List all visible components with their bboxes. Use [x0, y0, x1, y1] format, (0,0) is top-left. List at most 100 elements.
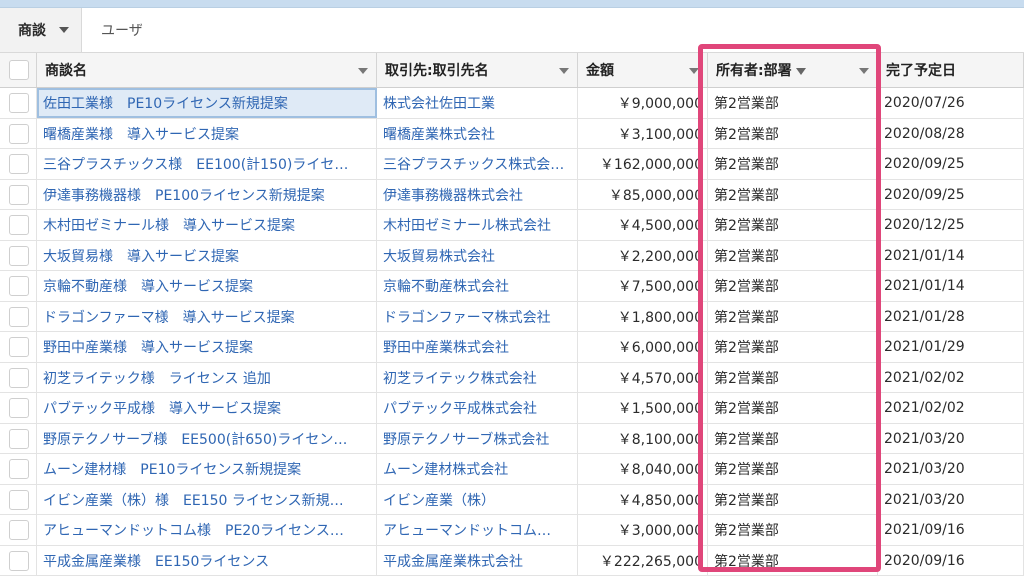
row-checkbox[interactable] — [9, 489, 29, 510]
amount-cell: ￥2,200,000 — [578, 240, 708, 271]
account-name-link[interactable]: アヒューマンドットコム… — [377, 515, 578, 545]
row-checkbox[interactable] — [9, 154, 29, 174]
table-row[interactable]: 野田中産業様 導入サービス提案 野田中産業株式会社 ￥6,000,000 第2営業部 2… — [0, 332, 1024, 363]
row-checkbox[interactable] — [9, 306, 29, 327]
table-row[interactable]: 木村田ゼミナール様 導入サービス提案 木村田ゼミナール株式会社 ￥4,500,000… — [0, 210, 1024, 241]
tab-users[interactable]: ユーザ — [101, 8, 143, 52]
row-checkbox[interactable] — [9, 215, 29, 235]
table-row[interactable]: ドラゴンファーマ様 導入サービス提案 ドラゴンファーマ株式会社 ￥1,800,000… — [0, 301, 1024, 332]
department-cell: 第2営業部 — [708, 210, 878, 240]
opportunity-name-link[interactable]: アヒューマンドットコム様 PE20ライセンス… — [37, 515, 377, 545]
close-date-cell: 2021/03/20 — [878, 423, 1024, 454]
table-row[interactable]: 京輪不動産様 導入サービス提案 京輪不動産株式会社 ￥7,500,000 第2営業部 2… — [0, 271, 1024, 302]
department-cell: 第2営業部 — [708, 454, 878, 484]
opportunity-name-link[interactable]: 佐田工業様 PE10ライセンス新規提案 — [37, 88, 377, 118]
row-checkbox[interactable] — [9, 398, 29, 418]
opportunity-name-link[interactable]: 木村田ゼミナール様 導入サービス提案 — [37, 210, 377, 240]
account-name-link[interactable]: 平成金属産業株式会社 — [377, 545, 578, 576]
opportunity-name-link[interactable]: 伊達事務機器様 PE100ライセンス新規提案 — [37, 179, 377, 210]
department-cell: 第2営業部 — [708, 332, 878, 362]
filter-icon — [795, 67, 806, 75]
column-menu-icon[interactable] — [859, 68, 869, 74]
amount-cell: ￥8,040,000 — [578, 454, 708, 484]
header-label: 金額 — [586, 63, 614, 79]
tab-opportunities[interactable]: 商談 — [0, 8, 82, 52]
row-checkbox[interactable] — [9, 123, 29, 144]
table-row[interactable]: イビン産業（株）様 EE150 ライセンス新規… イビン産業（株） ￥4,850,0… — [0, 484, 1024, 515]
opportunity-name-link[interactable]: 大坂貿易様 導入サービス提案 — [37, 240, 377, 271]
table-row[interactable]: 伊達事務機器様 PE100ライセンス新規提案 伊達事務機器株式会社 ￥85,000,… — [0, 179, 1024, 210]
account-name-link[interactable]: 野原テクノサーブ株式会社 — [377, 423, 578, 454]
opportunity-name-link[interactable]: パブテック平成様 導入サービス提案 — [37, 393, 377, 423]
account-name-link[interactable]: 株式会社佐田工業 — [377, 88, 578, 118]
table-row[interactable]: 初芝ライテック様 ライセンス 追加 初芝ライテック株式会社 ￥4,570,000 第2… — [0, 362, 1024, 393]
row-select-cell — [0, 118, 37, 149]
row-checkbox[interactable] — [9, 550, 29, 571]
table-row[interactable]: アヒューマンドットコム様 PE20ライセンス… アヒューマンドットコム… ￥3,00… — [0, 515, 1024, 546]
column-menu-icon[interactable] — [559, 68, 569, 74]
header-opportunity-name[interactable]: 商談名 — [37, 53, 377, 87]
row-select-cell — [0, 210, 37, 240]
opportunity-name-link[interactable]: 三谷プラスチックス様 EE100(計150)ライセ… — [37, 149, 377, 179]
header-amount[interactable]: 金額 — [578, 53, 708, 87]
column-menu-icon[interactable] — [689, 68, 699, 74]
row-checkbox[interactable] — [9, 276, 29, 296]
opportunity-name-link[interactable]: 曙橋産業様 導入サービス提案 — [37, 118, 377, 149]
header-owner-department[interactable]: 所有者:部署 — [708, 53, 878, 87]
row-checkbox[interactable] — [9, 367, 29, 388]
opportunity-name-link[interactable]: ドラゴンファーマ様 導入サービス提案 — [37, 301, 377, 332]
opportunity-name-link[interactable]: 京輪不動産様 導入サービス提案 — [37, 271, 377, 301]
account-name-link[interactable]: 曙橋産業株式会社 — [377, 118, 578, 149]
header-close-date[interactable]: 完了予定日 — [878, 53, 1024, 87]
row-select-cell — [0, 545, 37, 576]
account-name-link[interactable]: 大坂貿易株式会社 — [377, 240, 578, 271]
row-select-cell — [0, 88, 37, 118]
table-row[interactable]: ムーン建材様 PE10ライセンス新規提案 ムーン建材株式会社 ￥8,040,000 第… — [0, 454, 1024, 485]
account-name-link[interactable]: 初芝ライテック株式会社 — [377, 362, 578, 393]
opportunity-name-link[interactable]: 初芝ライテック様 ライセンス 追加 — [37, 362, 377, 393]
account-name-link[interactable]: 伊達事務機器株式会社 — [377, 179, 578, 210]
header-label: 取引先:取引先名 — [385, 63, 489, 79]
table-row[interactable]: パブテック平成様 導入サービス提案 パブテック平成株式会社 ￥1,500,000 第2… — [0, 393, 1024, 424]
table-row[interactable]: 曙橋産業様 導入サービス提案 曙橋産業株式会社 ￥3,100,000 第2営業部 202… — [0, 118, 1024, 149]
column-menu-icon[interactable] — [358, 68, 368, 74]
table-row[interactable]: 平成金属産業様 EE150ライセンス 平成金属産業株式会社 ￥222,265,000… — [0, 545, 1024, 576]
amount-cell: ￥6,000,000 — [578, 332, 708, 362]
account-name-link[interactable]: 京輪不動産株式会社 — [377, 271, 578, 301]
account-name-link[interactable]: 野田中産業株式会社 — [377, 332, 578, 362]
table-row[interactable]: 佐田工業様 PE10ライセンス新規提案 株式会社佐田工業 ￥9,000,000 第2営… — [0, 88, 1024, 119]
row-select-cell — [0, 332, 37, 362]
table-row[interactable]: 三谷プラスチックス様 EE100(計150)ライセ… 三谷プラスチックス株式会… ￥… — [0, 149, 1024, 180]
department-cell: 第2営業部 — [708, 240, 878, 271]
table-row[interactable]: 野原テクノサーブ様 EE500(計650)ライセン… 野原テクノサーブ株式会社 ￥8… — [0, 423, 1024, 454]
header-account-name[interactable]: 取引先:取引先名 — [377, 53, 578, 87]
row-checkbox[interactable] — [9, 93, 29, 113]
account-name-link[interactable]: 三谷プラスチックス株式会… — [377, 149, 578, 179]
chevron-down-icon[interactable] — [59, 27, 69, 33]
table-row[interactable]: 大坂貿易様 導入サービス提案 大坂貿易株式会社 ￥2,200,000 第2営業部 202… — [0, 240, 1024, 271]
row-checkbox[interactable] — [9, 337, 29, 357]
amount-cell: ￥1,500,000 — [578, 393, 708, 423]
select-all-checkbox[interactable] — [9, 60, 29, 80]
row-select-cell — [0, 484, 37, 515]
opportunity-name-link[interactable]: イビン産業（株）様 EE150 ライセンス新規… — [37, 484, 377, 515]
close-date-cell: 2021/01/29 — [878, 332, 1024, 362]
row-checkbox[interactable] — [9, 428, 29, 449]
account-name-link[interactable]: 木村田ゼミナール株式会社 — [377, 210, 578, 240]
row-checkbox[interactable] — [9, 520, 29, 540]
amount-cell: ￥3,000,000 — [578, 515, 708, 545]
opportunity-name-link[interactable]: 平成金属産業様 EE150ライセンス — [37, 545, 377, 576]
row-checkbox[interactable] — [9, 459, 29, 479]
account-name-link[interactable]: ドラゴンファーマ株式会社 — [377, 301, 578, 332]
row-select-cell — [0, 362, 37, 393]
row-checkbox[interactable] — [9, 184, 29, 205]
account-name-link[interactable]: イビン産業（株） — [377, 484, 578, 515]
account-name-link[interactable]: ムーン建材株式会社 — [377, 454, 578, 484]
opportunity-name-link[interactable]: 野田中産業様 導入サービス提案 — [37, 332, 377, 362]
row-select-cell — [0, 393, 37, 423]
account-name-link[interactable]: パブテック平成株式会社 — [377, 393, 578, 423]
opportunity-name-link[interactable]: ムーン建材様 PE10ライセンス新規提案 — [37, 454, 377, 484]
close-date-cell: 2021/09/16 — [878, 515, 1024, 545]
opportunity-name-link[interactable]: 野原テクノサーブ様 EE500(計650)ライセン… — [37, 423, 377, 454]
row-checkbox[interactable] — [9, 245, 29, 266]
